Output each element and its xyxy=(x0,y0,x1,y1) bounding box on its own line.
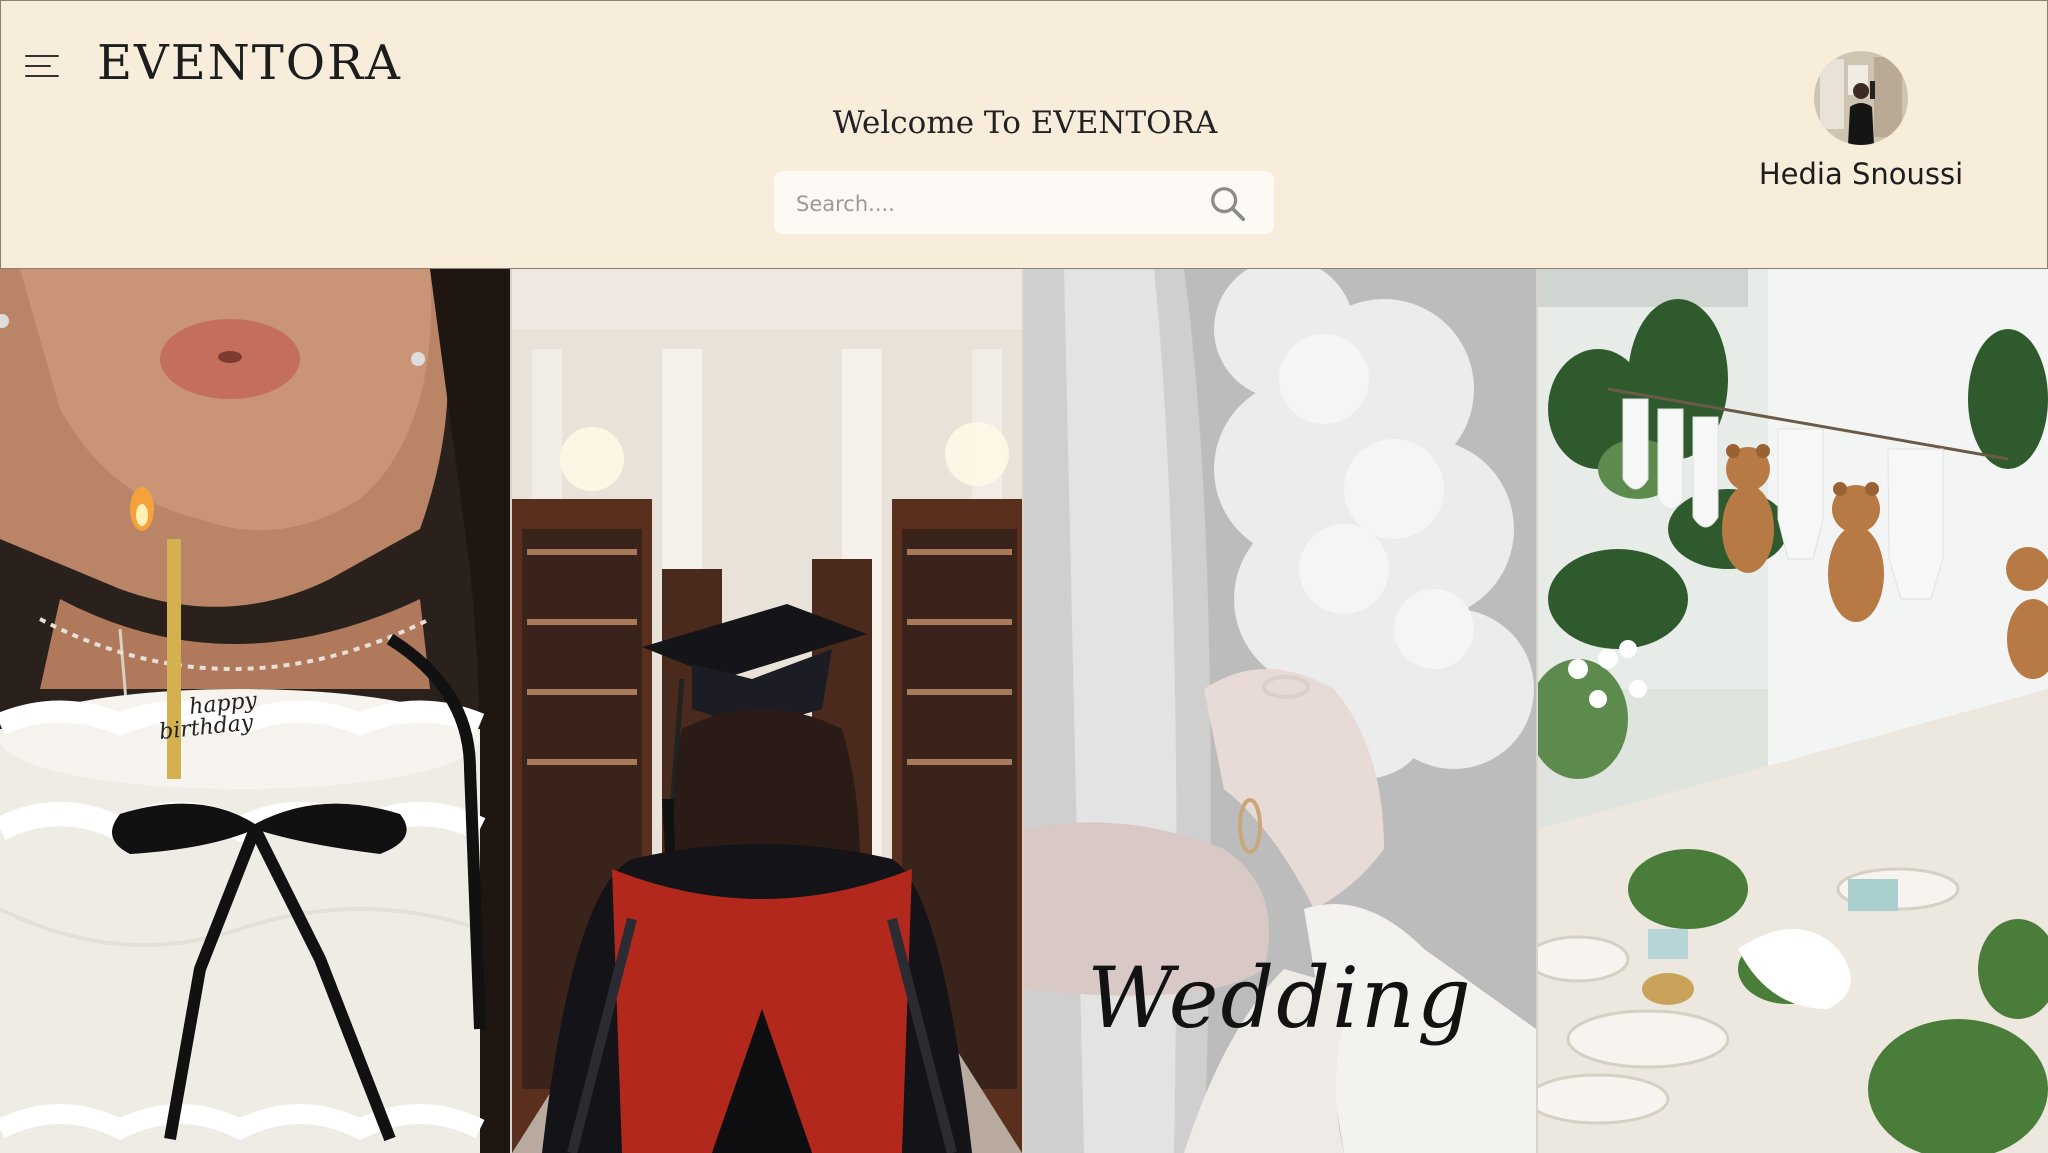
category-panel-baby-shower[interactable] xyxy=(1538,269,2048,1153)
event-category-gallery: happy birthday Wedding xyxy=(0,269,2048,1153)
user-profile[interactable]: Hedia Snoussi xyxy=(1741,51,1981,191)
category-panel-graduation[interactable] xyxy=(512,269,1022,1153)
search-bar xyxy=(774,171,1274,236)
birthday-image: happy birthday xyxy=(0,269,510,1153)
eventora-home: EVENTORA Welcome To EVENTORA Search.... … xyxy=(0,0,2048,1153)
app-logo[interactable]: EVENTORA xyxy=(97,35,402,91)
wedding-image xyxy=(1024,269,1536,1153)
hamburger-menu-icon[interactable] xyxy=(25,53,61,79)
baby-shower-image xyxy=(1538,269,2048,1153)
search-icon[interactable] xyxy=(1208,184,1246,222)
avatar[interactable] xyxy=(1814,51,1908,145)
category-panel-birthday[interactable]: happy birthday xyxy=(0,269,510,1153)
user-name[interactable]: Hedia Snoussi xyxy=(1741,157,1981,191)
graduation-image xyxy=(512,269,1022,1153)
top-header: EVENTORA Welcome To EVENTORA Search.... … xyxy=(0,0,2048,269)
search-input[interactable] xyxy=(794,171,1198,236)
category-panel-wedding[interactable]: Wedding xyxy=(1024,269,1536,1153)
